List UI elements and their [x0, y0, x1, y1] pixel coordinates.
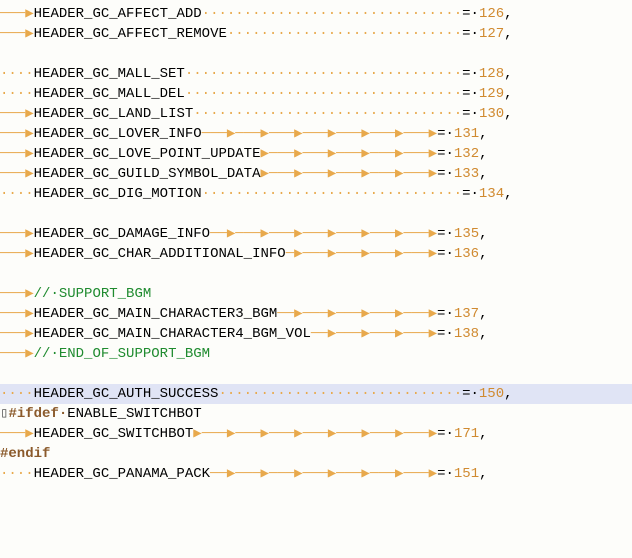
code-line: ····HEADER_GC_MALL_SET··················…	[0, 64, 632, 84]
code-line: ····HEADER_GC_DIG_MOTION················…	[0, 184, 632, 204]
comment-line: ───▶//·END_OF_SUPPORT_BGM	[0, 344, 632, 364]
blank-line	[0, 484, 632, 504]
code-line: ····HEADER_GC_MALL_DEL··················…	[0, 84, 632, 104]
code-line: ───▶HEADER_GC_LOVE_POINT_UPDATE▶───▶───▶…	[0, 144, 632, 164]
blank-line	[0, 44, 632, 64]
blank-line	[0, 504, 632, 524]
code-line: ───▶HEADER_GC_DAMAGE_INFO──▶───▶───▶───▶…	[0, 224, 632, 244]
blank-line	[0, 364, 632, 384]
code-line: ───▶HEADER_GC_CHAR_ADDITIONAL_INFO─▶───▶…	[0, 244, 632, 264]
code-line: ───▶HEADER_GC_MAIN_CHARACTER3_BGM──▶───▶…	[0, 304, 632, 324]
code-line: ───▶HEADER_GC_LOVER_INFO───▶───▶───▶───▶…	[0, 124, 632, 144]
code-line: ───▶HEADER_GC_AFFECT_ADD················…	[0, 4, 632, 24]
blank-line	[0, 204, 632, 224]
comment-line: ───▶//·SUPPORT_BGM	[0, 284, 632, 304]
preprocessor-line: #endif	[0, 444, 632, 464]
code-line: ····HEADER_GC_PANAMA_PACK──▶───▶───▶───▶…	[0, 464, 632, 484]
blank-line	[0, 264, 632, 284]
code-line: ───▶HEADER_GC_AFFECT_REMOVE·············…	[0, 24, 632, 44]
code-line: ───▶HEADER_GC_GUILD_SYMBOL_DATA▶───▶───▶…	[0, 164, 632, 184]
code-line: ───▶HEADER_GC_MAIN_CHARACTER4_BGM_VOL──▶…	[0, 324, 632, 344]
code-line: ───▶HEADER_GC_SWITCHBOT▶───▶───▶───▶───▶…	[0, 424, 632, 444]
code-line: ───▶HEADER_GC_LAND_LIST·················…	[0, 104, 632, 124]
code-line-highlighted: ····HEADER_GC_AUTH_SUCCESS··············…	[0, 384, 632, 404]
preprocessor-line: ▯#ifdef·ENABLE_SWITCHBOT	[0, 404, 632, 424]
